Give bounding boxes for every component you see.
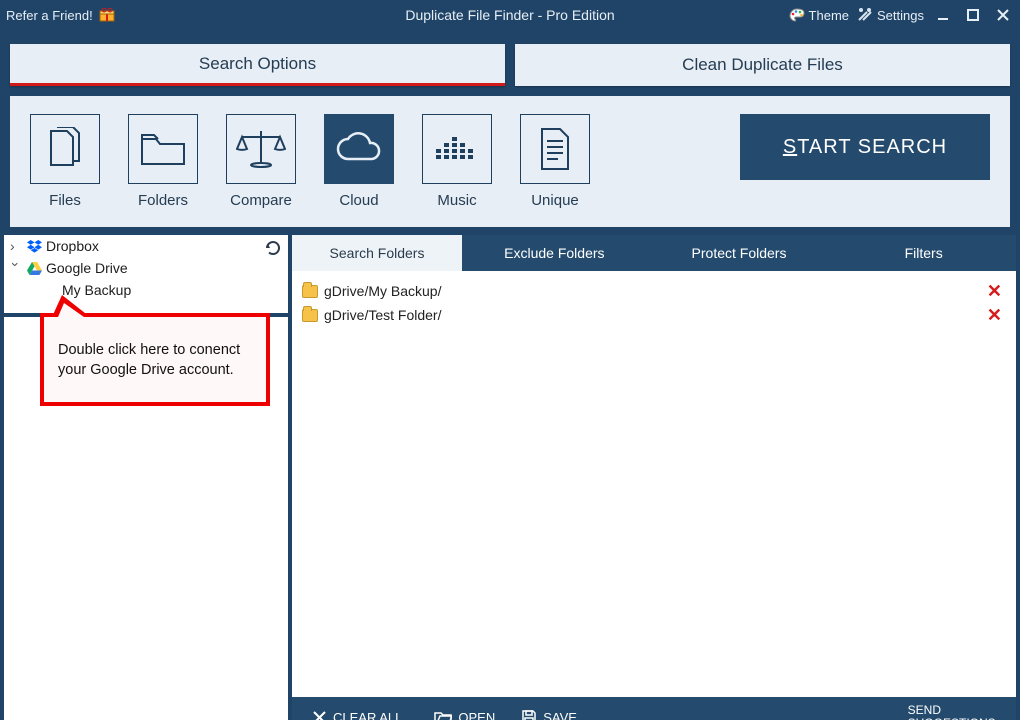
refer-label: Refer a Friend! <box>6 8 93 23</box>
save-button[interactable]: SAVE <box>511 697 587 720</box>
save-label: SAVE <box>543 710 577 720</box>
scales-icon <box>236 129 286 169</box>
subtab-filters-label: Filters <box>905 245 943 261</box>
category-files[interactable]: Files <box>30 114 100 209</box>
folder-path-label: gDrive/My Backup/ <box>324 283 977 299</box>
folder-path-label: gDrive/Test Folder/ <box>324 307 977 323</box>
clear-all-label: CLEAR ALL <box>333 710 402 720</box>
theme-button[interactable]: Theme <box>789 8 849 23</box>
help-callout: Double click here to conenct your Google… <box>40 313 270 406</box>
help-callout-text: Double click here to conenct your Google… <box>58 342 240 378</box>
tab-clean-duplicates-label: Clean Duplicate Files <box>682 55 843 75</box>
refer-a-friend-link[interactable]: Refer a Friend! <box>6 8 115 23</box>
minimize-button[interactable] <box>932 6 954 24</box>
category-unique[interactable]: Unique <box>520 114 590 209</box>
chevron-down-icon: › <box>8 262 24 274</box>
category-compare-label: Compare <box>230 192 292 209</box>
tab-clean-duplicates[interactable]: Clean Duplicate Files <box>515 44 1010 86</box>
remove-folder-button[interactable]: ✕ <box>983 281 1006 302</box>
tree-item-my-backup[interactable]: My Backup <box>4 279 288 301</box>
settings-label: Settings <box>877 8 924 23</box>
category-toolbar: Files Folders Compare Cloud Music <box>10 96 1010 227</box>
close-button[interactable] <box>992 6 1014 24</box>
tree-item-dropbox[interactable]: › Dropbox <box>4 235 288 257</box>
open-button[interactable]: OPEN <box>424 697 505 720</box>
tab-search-options-label: Search Options <box>199 54 316 74</box>
category-music[interactable]: Music <box>422 114 492 209</box>
theme-label: Theme <box>809 8 849 23</box>
tools-icon <box>857 8 873 22</box>
dropbox-icon <box>26 238 42 254</box>
folder-icon <box>140 131 186 167</box>
cloud-services-tree: › Dropbox › Google Drive My Backup <box>4 235 288 313</box>
clear-icon <box>312 710 327 720</box>
titlebar: Refer a Friend! Duplicate File Finder - … <box>0 0 1020 30</box>
folder-small-icon <box>302 285 318 298</box>
category-folders[interactable]: Folders <box>128 114 198 209</box>
maximize-button[interactable] <box>962 6 984 24</box>
category-compare[interactable]: Compare <box>226 114 296 209</box>
subtab-search-folders-label: Search Folders <box>330 245 425 261</box>
send-suggestions-link[interactable]: SEND SUGGESTIONS > <box>908 704 1006 720</box>
subtab-exclude-folders[interactable]: Exclude Folders <box>462 235 647 271</box>
files-icon <box>45 127 85 171</box>
equalizer-icon <box>436 131 478 167</box>
tree-item-dropbox-label: Dropbox <box>46 238 99 254</box>
bottom-toolbar: CLEAR ALL OPEN SAVE SEND SUGGESTIONS > <box>292 697 1016 720</box>
folder-small-icon <box>302 309 318 322</box>
list-item[interactable]: gDrive/My Backup/ ✕ <box>302 279 1006 303</box>
subtab-exclude-folders-label: Exclude Folders <box>504 245 604 261</box>
main-tab-bar: Search Options Clean Duplicate Files <box>0 30 1020 92</box>
folder-subtab-bar: Search Folders Exclude Folders Protect F… <box>292 235 1016 271</box>
subtab-protect-folders-label: Protect Folders <box>692 245 787 261</box>
google-drive-icon <box>26 260 42 276</box>
category-music-label: Music <box>437 192 476 209</box>
search-folders-list: gDrive/My Backup/ ✕ gDrive/Test Folder/ … <box>292 271 1016 697</box>
category-cloud[interactable]: Cloud <box>324 114 394 209</box>
subtab-filters[interactable]: Filters <box>831 235 1016 271</box>
tab-search-options[interactable]: Search Options <box>10 44 505 86</box>
category-cloud-label: Cloud <box>339 192 378 209</box>
palette-icon <box>789 8 805 22</box>
save-icon <box>521 709 537 720</box>
cloud-tree-panel: › Dropbox › Google Drive My Backup <box>4 235 288 720</box>
clear-all-button[interactable]: CLEAR ALL <box>302 697 412 720</box>
settings-button[interactable]: Settings <box>857 8 924 23</box>
cloud-icon <box>334 131 384 167</box>
start-search-label: START SEARCH <box>783 136 947 159</box>
start-search-button[interactable]: START SEARCH <box>740 114 990 180</box>
subtab-search-folders[interactable]: Search Folders <box>292 235 462 271</box>
refresh-button[interactable] <box>264 239 282 257</box>
remove-folder-button[interactable]: ✕ <box>983 305 1006 326</box>
gift-icon <box>99 8 115 22</box>
subtab-protect-folders[interactable]: Protect Folders <box>647 235 832 271</box>
category-unique-label: Unique <box>531 192 579 209</box>
document-icon <box>538 127 572 171</box>
tree-empty-area: Double click here to conenct your Google… <box>4 317 288 720</box>
category-files-label: Files <box>49 192 81 209</box>
tree-item-google-drive-label: Google Drive <box>46 260 128 276</box>
tree-item-google-drive[interactable]: › Google Drive <box>4 257 288 279</box>
category-folders-label: Folders <box>138 192 188 209</box>
open-label: OPEN <box>458 710 495 720</box>
list-item[interactable]: gDrive/Test Folder/ ✕ <box>302 303 1006 327</box>
folder-config-panel: Search Folders Exclude Folders Protect F… <box>292 235 1016 720</box>
open-folder-icon <box>434 710 452 720</box>
chevron-right-icon: › <box>10 238 22 254</box>
